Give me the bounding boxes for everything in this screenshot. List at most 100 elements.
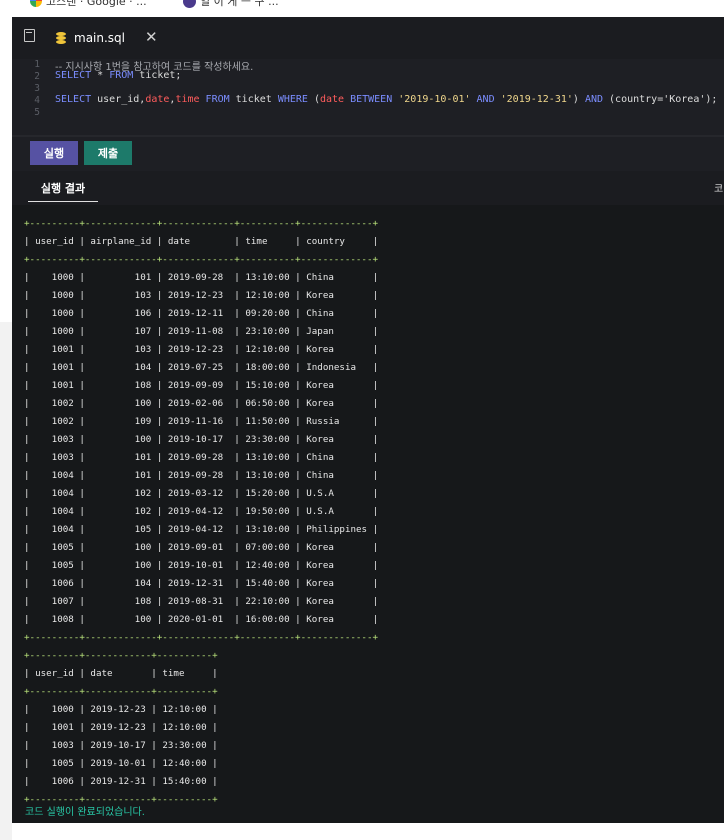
table-cell: 15:40:00 (245, 578, 290, 589)
database-icon (56, 32, 66, 44)
paren-open: ( (307, 94, 320, 105)
submit-button[interactable]: 제출 (84, 141, 132, 165)
kw-and: AND (470, 94, 495, 105)
table-cell: Russia (306, 416, 368, 427)
table-cell: 100 (90, 398, 152, 409)
query-output: +---------+-------------+-------------+-… (24, 215, 378, 809)
table-header-row: | user_id | airplane_id | date | time | … (24, 236, 379, 247)
table-cell: 2019-09-09 (167, 380, 229, 391)
bookmark-google[interactable]: 고스랜 · Google · ... (30, 0, 147, 8)
table-cell: 2019-03-12 (167, 488, 229, 499)
table-cell: Philippines (306, 524, 368, 535)
table-cell: 2019-08-31 (167, 596, 229, 607)
table-cell: 1003 (35, 452, 74, 463)
table-cell: Japan (306, 326, 368, 337)
table-cell: 13:10:00 (245, 470, 290, 481)
code-line-4: SELECT user_id,date,time FROM ticket WHE… (55, 94, 717, 105)
table-cell: 2019-10-17 (90, 740, 146, 751)
table-header-cell: user_id (35, 668, 74, 679)
col-user-id: user_id, (91, 94, 146, 105)
table-row: | 1005 | 2019-10-01 | 12:40:00 | (24, 758, 218, 769)
close-icon[interactable]: ✕ (145, 29, 158, 45)
table-cell: 1001 (35, 380, 74, 391)
table-cell: 2019-12-11 (167, 308, 229, 319)
table-row: | 1004 | 105 | 2019-04-12 | 13:10:00 | P… (24, 524, 379, 535)
table-cell: Korea (306, 596, 368, 607)
table-cell: Korea (306, 434, 368, 445)
line-number: 5 (34, 107, 40, 118)
table-cell: 2019-09-28 (167, 272, 229, 283)
table-cell: 1002 (35, 398, 74, 409)
table-cell: 108 (90, 596, 152, 607)
table-cell: Korea (306, 290, 368, 301)
table-cell: Korea (306, 560, 368, 571)
bookmark-purple[interactable]: 일 이 게 ㅡ 구 ... (183, 0, 279, 8)
table-cell: 100 (90, 434, 152, 445)
table-row: | 1004 | 101 | 2019-09-28 | 13:10:00 | C… (24, 470, 379, 481)
kw-between: BETWEEN (344, 94, 393, 105)
table-cell: 2019-09-28 (167, 470, 229, 481)
table-cell: U.S.A (306, 488, 368, 499)
table-row: | 1006 | 104 | 2019-12-31 | 15:40:00 | K… (24, 578, 379, 589)
table-cell: 22:10:00 (245, 596, 290, 607)
table-cell: 1000 (35, 272, 74, 283)
table-cell: 103 (90, 290, 152, 301)
table-cell: 108 (90, 380, 152, 391)
results-tab-right[interactable]: 코 (714, 180, 723, 195)
table-cell: 15:40:00 (162, 776, 207, 787)
table-cell: 1008 (35, 614, 74, 625)
table-border: +---------+------------+----------+ (24, 686, 218, 697)
line-number: 4 (34, 95, 40, 106)
table-cell: 23:30:00 (162, 740, 207, 751)
table-cell: 13:10:00 (245, 524, 290, 535)
table-cell: U.S.A (306, 506, 368, 517)
table-cell: 1005 (35, 560, 74, 571)
table-cell: 1000 (35, 290, 74, 301)
table-row: | 1006 | 2019-12-31 | 15:40:00 | (24, 776, 218, 787)
table-cell: 2019-11-16 (167, 416, 229, 427)
run-button[interactable]: 실행 (30, 141, 78, 165)
table-cell: 1006 (35, 776, 74, 787)
table-cell: China (306, 452, 368, 463)
table-cell: 13:10:00 (245, 272, 290, 283)
tab-main-sql[interactable]: main.sql ✕ (52, 17, 167, 59)
tab-results[interactable]: 실행 결과 (28, 175, 98, 202)
sql-editor[interactable]: 1 2 3 4 5 -- 지시사항 1번을 참고하여 코드를 작성하세요. SE… (12, 59, 724, 135)
country-condition: (country='Korea'); (603, 94, 718, 105)
table-cell: 101 (90, 272, 152, 283)
table-row: | 1007 | 108 | 2019-08-31 | 22:10:00 | K… (24, 596, 379, 607)
table-cell: 2019-09-28 (167, 452, 229, 463)
table-row: | 1000 | 106 | 2019-12-11 | 09:20:00 | C… (24, 308, 379, 319)
table-row: | 1005 | 100 | 2019-09-01 | 07:00:00 | K… (24, 542, 379, 553)
table-header-cell: country (306, 236, 368, 247)
file-explorer-icon[interactable] (24, 29, 35, 42)
table-cell: 102 (90, 488, 152, 499)
col-date: date (319, 94, 345, 105)
table-row: | 1002 | 109 | 2019-11-16 | 11:50:00 | R… (24, 416, 379, 427)
table-cell: 06:50:00 (245, 398, 290, 409)
table-cell: 1001 (35, 362, 74, 373)
table-cell: 100 (90, 614, 152, 625)
table-cell: 18:00:00 (245, 362, 290, 373)
table-border: +---------+-------------+-------------+-… (24, 218, 379, 229)
table-cell: 2019-10-01 (90, 758, 146, 769)
table-row: | 1003 | 101 | 2019-09-28 | 13:10:00 | C… (24, 452, 379, 463)
string-start-date: '2019-10-01' (392, 94, 471, 105)
star: * (91, 70, 110, 81)
bookmark-label: 고스랜 · Google · ... (46, 0, 147, 8)
line-number: 3 (34, 83, 40, 94)
table-cell: 1007 (35, 596, 74, 607)
table-cell: 1000 (35, 326, 74, 337)
table-cell: Korea (306, 380, 368, 391)
table-border: +---------+-------------+-------------+-… (24, 632, 379, 643)
table-header-cell: time (245, 236, 290, 247)
col-time: time (175, 94, 200, 105)
table-row: | 1004 | 102 | 2019-04-12 | 19:50:00 | U… (24, 506, 379, 517)
table-cell: 102 (90, 506, 152, 517)
table-cell: 2019-11-08 (167, 326, 229, 337)
table-cell: Korea (306, 542, 368, 553)
table-cell: 1003 (35, 434, 74, 445)
kw-select: SELECT (55, 94, 92, 105)
table-cell: 12:10:00 (245, 344, 290, 355)
bookmark-label: 일 이 게 ㅡ 구 ... (200, 0, 279, 8)
